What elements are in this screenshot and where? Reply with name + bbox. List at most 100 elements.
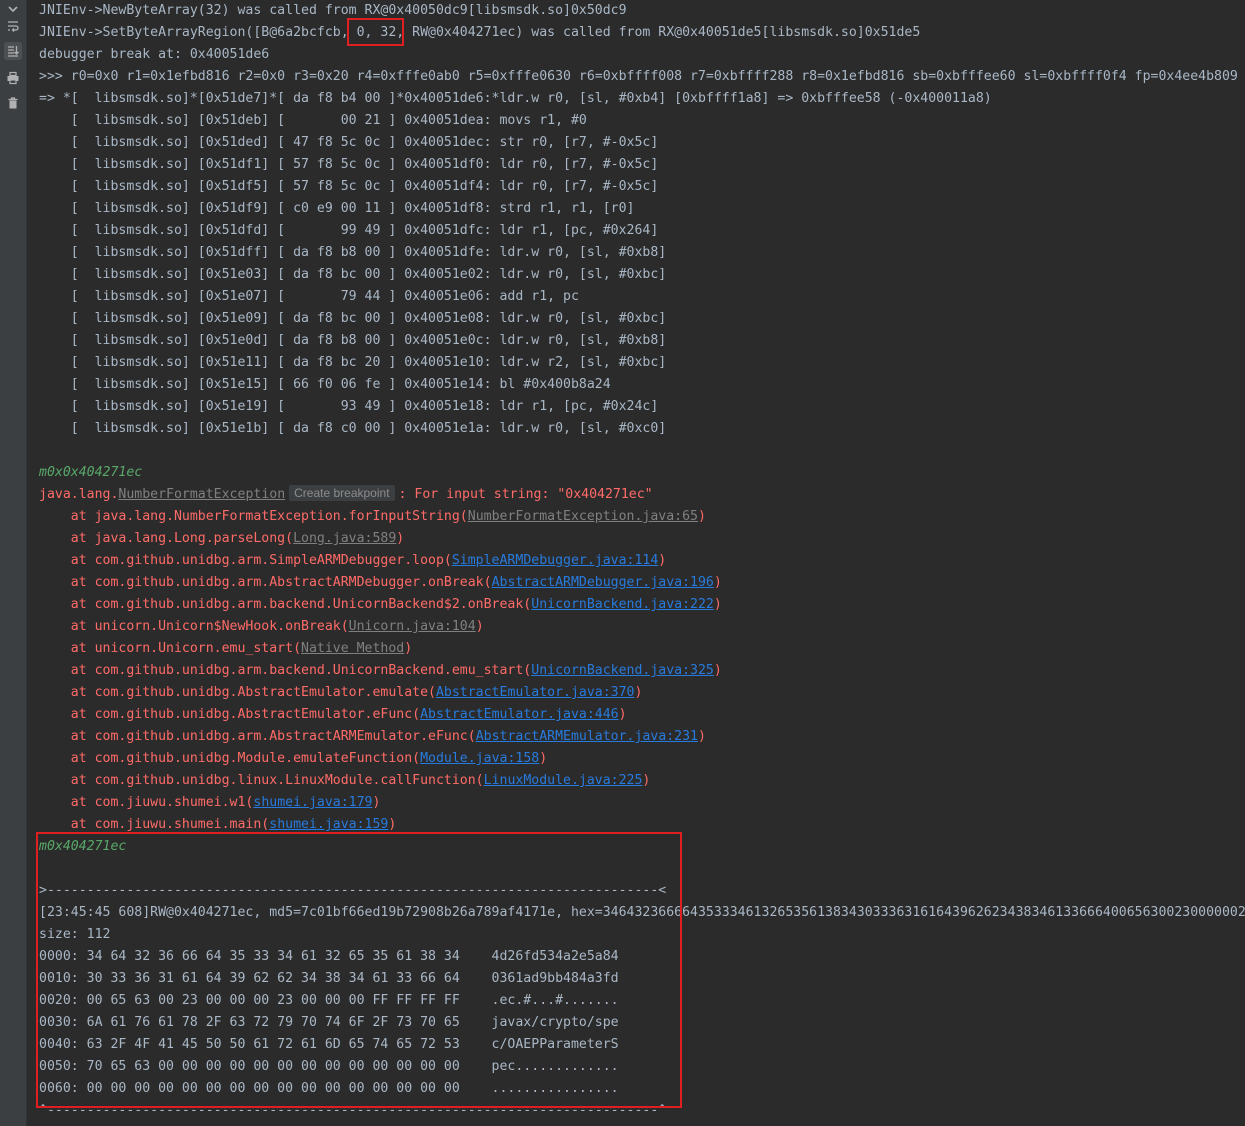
stack-text: at com.jiuwu.shumei.w1( [39,795,254,810]
console-line: [ libsmsdk.so] [0x51e09] [ da f8 bc 00 ]… [39,311,667,326]
source-link[interactable]: Long.java:589 [293,531,396,546]
console-line: at com.github.unidbg.Module.emulateFunct… [39,748,547,770]
console-line: 0010: 30 33 36 31 61 64 39 62 62 34 38 3… [39,971,619,986]
console-line: m0x404271ec [39,839,127,854]
console-line: >>> r0=0x0 r1=0x1efbd816 r2=0x0 r3=0x20 … [39,69,1238,84]
source-link[interactable]: AbstractEmulator.java:370 [436,685,635,700]
console-line: [ libsmsdk.so] [0x51dfd] [ 99 49 ] 0x400… [39,223,659,238]
source-link[interactable]: NumberFormatException [118,487,285,502]
soft-wrap-icon[interactable] [4,17,22,35]
console-line: at unicorn.Unicorn.emu_start(Native Meth… [39,638,412,660]
source-link[interactable]: AbstractARMEmulator.java:231 [476,729,698,744]
console-line: [23:45:45 608]RW@0x404271ec, md5=7c01bf6… [39,905,1245,920]
console-line: at com.github.unidbg.arm.SimpleARMDebugg… [39,550,667,572]
stack-text: ) [372,795,381,810]
console-line: [ libsmsdk.so] [0x51ded] [ 47 f8 5c 0c ]… [39,135,659,150]
stack-text: ) [642,773,651,788]
console-line: 0060: 00 00 00 00 00 00 00 00 00 00 00 0… [39,1081,619,1096]
console-line: at com.github.unidbg.arm.AbstractARMEmul… [39,726,706,748]
console-line: at com.jiuwu.shumei.main(shumei.java:159… [39,814,397,836]
console-line: at unicorn.Unicorn$NewHook.onBreak(Unico… [39,616,484,638]
console-line: [ libsmsdk.so] [0x51e19] [ 93 49 ] 0x400… [39,399,659,414]
console-line: 0030: 6A 61 76 61 78 2F 63 72 79 70 74 6… [39,1015,619,1030]
source-link[interactable]: AbstractEmulator.java:446 [420,707,619,722]
source-link[interactable]: LinuxModule.java:225 [484,773,643,788]
source-link[interactable]: shumei.java:179 [253,795,372,810]
scroll-up-icon[interactable] [4,0,22,18]
source-link[interactable]: AbstractARMDebugger.java:196 [492,575,714,590]
console-line: [ libsmsdk.so] [0x51df9] [ c0 e9 00 11 ]… [39,201,635,216]
console-line: 0050: 70 65 63 00 00 00 00 00 00 00 00 0… [39,1059,619,1074]
console-line: JNIEnv->NewByteArray(32) was called from… [39,3,627,18]
source-link[interactable]: NumberFormatException.java:65 [468,509,698,524]
console-line: [ libsmsdk.so] [0x51dff] [ da f8 b8 00 ]… [39,245,667,260]
console-line: [ libsmsdk.so] [0x51e1b] [ da f8 c0 00 ]… [39,421,667,436]
source-link[interactable]: Native Method [301,641,404,656]
stack-text: ) [713,597,722,612]
source-link[interactable]: Unicorn.java:104 [349,619,476,634]
console-line: 0040: 63 2F 4F 41 45 50 50 61 72 61 6D 6… [39,1037,619,1052]
stack-text: at com.github.unidbg.Module.emulateFunct… [39,751,421,766]
scroll-to-end-icon[interactable] [4,42,22,60]
console-line: [ libsmsdk.so] [0x51e0d] [ da f8 b8 00 ]… [39,333,667,348]
stack-text: at com.github.unidbg.arm.backend.Unicorn… [39,663,532,678]
source-link[interactable]: UnicornBackend.java:222 [531,597,714,612]
stack-text: java.lang. [39,487,119,502]
stack-text: ) [698,509,706,524]
console-line: [ libsmsdk.so] [0x51e03] [ da f8 bc 00 ]… [39,267,667,282]
stack-text: at com.github.unidbg.arm.AbstractARMEmul… [39,729,476,744]
create-breakpoint-button[interactable]: Create breakpoint [289,485,395,501]
console-line: [ libsmsdk.so] [0x51e07] [ 79 44 ] 0x400… [39,289,579,304]
stack-text: at com.github.unidbg.linux.LinuxModule.c… [39,773,484,788]
source-link[interactable]: UnicornBackend.java:325 [531,663,714,678]
stack-text: at java.lang.Long.parseLong( [39,531,294,546]
stack-text: ) [388,817,397,832]
console-line: at com.github.unidbg.AbstractEmulator.em… [39,682,643,704]
stack-text: at com.jiuwu.shumei.main( [39,817,270,832]
trash-icon[interactable] [4,94,22,112]
console-toolbar [0,0,27,1126]
console-output[interactable]: JNIEnv->NewByteArray(32) was called from… [39,0,1245,1126]
console-line: [ libsmsdk.so] [0x51e11] [ da f8 bc 20 ]… [39,355,667,370]
stack-text: at com.github.unidbg.arm.backend.Unicorn… [39,597,532,612]
console-line: java.lang.NumberFormatException Create br… [39,484,653,506]
source-link[interactable]: SimpleARMDebugger.java:114 [452,553,658,568]
console-line: ^---------------------------------------… [39,1103,667,1118]
console-line: [ libsmsdk.so] [0x51e15] [ 66 f0 06 fe ]… [39,377,611,392]
stack-text: at java.lang.NumberFormatException.forIn… [39,509,468,524]
console-line: >---------------------------------------… [39,883,667,898]
console-line: JNIEnv->SetByteArrayRegion([B@6a2bcfcb, … [39,25,921,40]
console-window: JNIEnv->NewByteArray(32) was called from… [0,0,1245,1126]
console-line: => *[ libsmsdk.so]*[0x51de7]*[ da f8 b4 … [39,91,992,106]
stack-text: ) [618,707,627,722]
stack-text: at com.github.unidbg.AbstractEmulator.eF… [39,707,421,722]
stack-text: ) [404,641,413,656]
console-line: at java.lang.Long.parseLong(Long.java:58… [39,528,405,550]
stack-text: ) [698,729,706,744]
console-line: at com.github.unidbg.AbstractEmulator.eF… [39,704,627,726]
console-line: [ libsmsdk.so] [0x51df5] [ 57 f8 5c 0c ]… [39,179,659,194]
print-icon[interactable] [4,69,22,87]
stack-text: ) [475,619,484,634]
console-line: [ libsmsdk.so] [0x51deb] [ 00 21 ] 0x400… [39,113,587,128]
console-line: [ libsmsdk.so] [0x51df1] [ 57 f8 5c 0c ]… [39,157,659,172]
stack-text: ) [658,553,667,568]
stack-text: at com.github.unidbg.arm.AbstractARMDebu… [39,575,492,590]
console-line: at com.github.unidbg.arm.backend.Unicorn… [39,660,722,682]
stack-text: ) [539,751,548,766]
stack-text: at com.github.unidbg.arm.SimpleARMDebugg… [39,553,452,568]
console-line: at com.github.unidbg.linux.LinuxModule.c… [39,770,651,792]
console-line: 0020: 00 65 63 00 23 00 00 00 23 00 00 0… [39,993,619,1008]
stack-text: at unicorn.Unicorn$NewHook.onBreak( [39,619,349,634]
console-line: at com.jiuwu.shumei.w1(shumei.java:179) [39,792,381,814]
console-line: m0x0x404271ec [39,465,143,480]
console-line: debugger break at: 0x40051de6 [39,47,270,62]
source-link[interactable]: shumei.java:159 [269,817,388,832]
console-line: 0000: 34 64 32 36 66 64 35 33 34 61 32 6… [39,949,619,964]
stack-text: : For input string: "0x404271ec" [398,487,653,502]
stack-text: ) [713,575,722,590]
console-line: at com.github.unidbg.arm.backend.Unicorn… [39,594,722,616]
source-link[interactable]: Module.java:158 [420,751,539,766]
stack-text: at com.github.unidbg.AbstractEmulator.em… [39,685,436,700]
console-line: size: 112 [39,927,111,942]
